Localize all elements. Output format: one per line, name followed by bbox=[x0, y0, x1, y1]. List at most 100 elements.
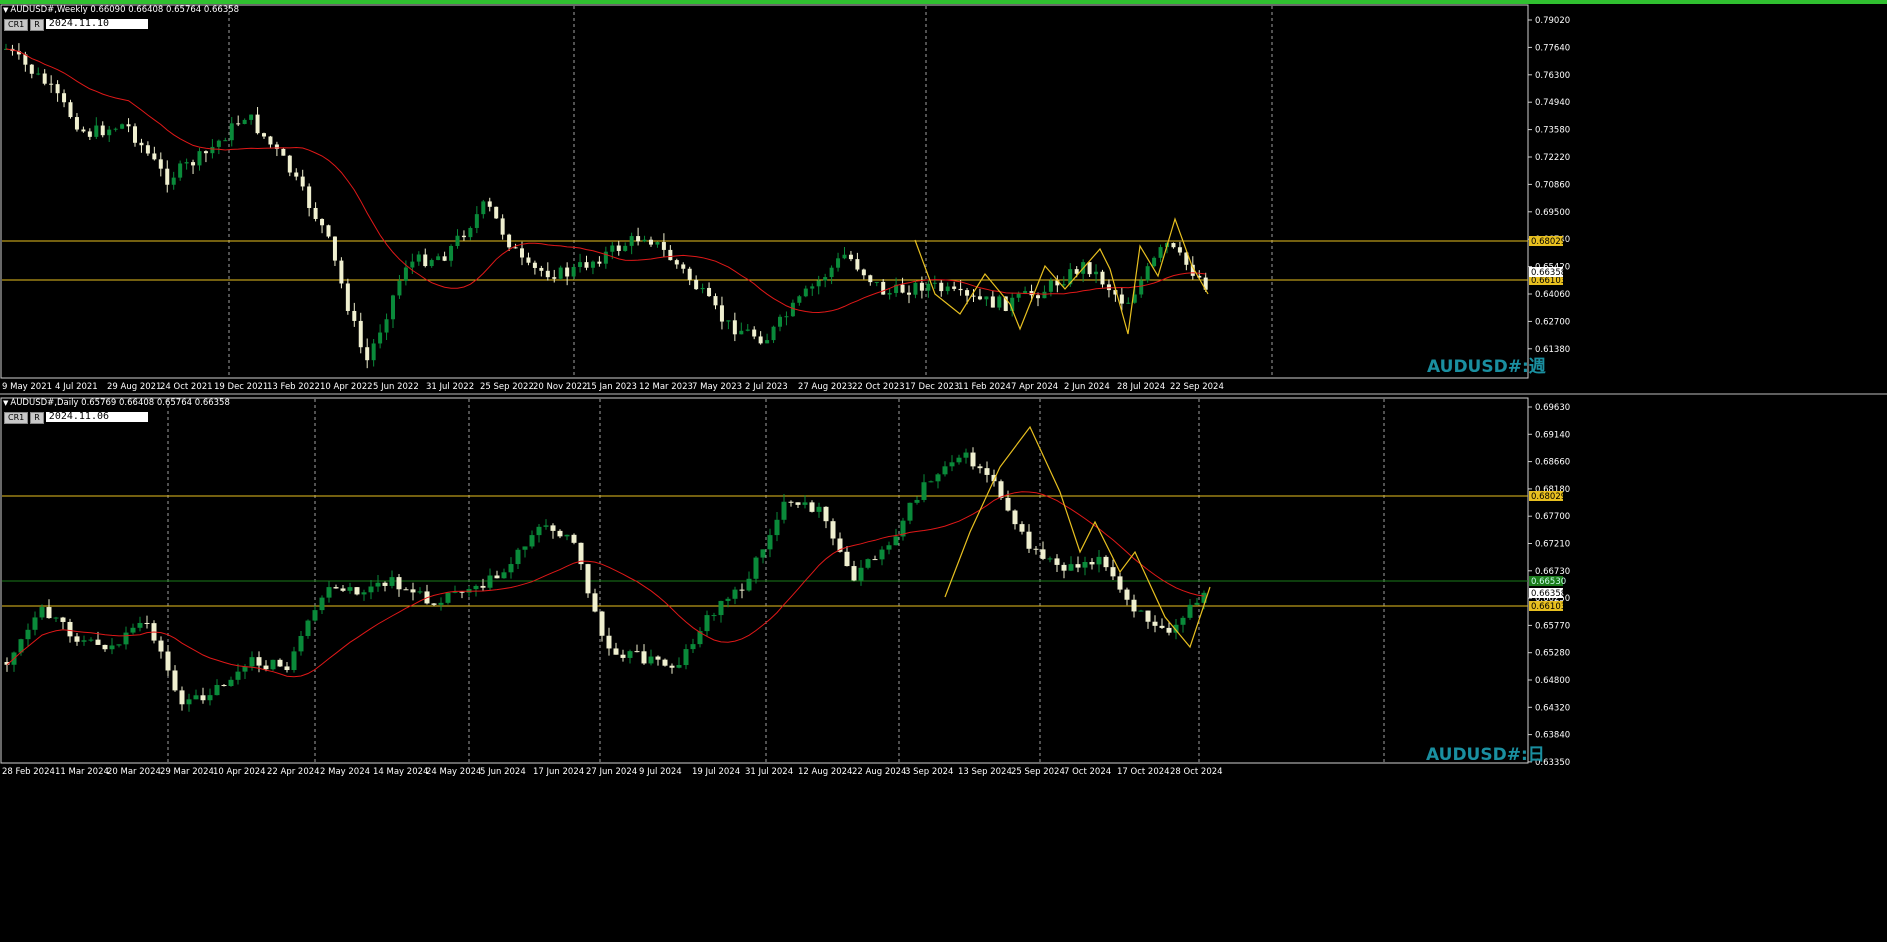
candle-body bbox=[557, 530, 563, 537]
candle-body bbox=[926, 283, 931, 291]
date-label: 7 Apr 2024 bbox=[1011, 382, 1058, 392]
candle-body bbox=[907, 292, 911, 295]
daily-chart-canvas[interactable]: 0.696300.691400.686600.681800.677000.672… bbox=[0, 397, 1887, 942]
weekly-r-button[interactable]: R bbox=[30, 19, 44, 31]
date-label: 28 Oct 2024 bbox=[1170, 767, 1223, 777]
candle-body bbox=[200, 695, 206, 701]
candle-body bbox=[939, 282, 944, 292]
candle-body bbox=[145, 145, 150, 154]
candle-body bbox=[298, 635, 304, 652]
candle-body bbox=[858, 567, 864, 581]
candle-body bbox=[550, 525, 556, 531]
candle-body bbox=[532, 262, 537, 268]
candle-body bbox=[687, 268, 692, 280]
candle-body bbox=[683, 649, 689, 666]
candle-body bbox=[1074, 269, 1079, 274]
candle-body bbox=[642, 239, 647, 242]
candle-body bbox=[455, 235, 460, 246]
price-label: 0.64060 bbox=[1535, 290, 1570, 300]
candle-body bbox=[788, 501, 794, 503]
daily-date-box[interactable]: 2024.11.06 00:00 bbox=[45, 412, 148, 432]
candle-body bbox=[970, 452, 976, 467]
candle-body bbox=[520, 248, 524, 258]
candle-body bbox=[429, 260, 434, 267]
collapse-arrow-icon[interactable]: ▼ bbox=[3, 6, 8, 14]
candle-body bbox=[1166, 627, 1172, 633]
candle-body bbox=[522, 546, 528, 550]
candle-body bbox=[191, 162, 196, 166]
candle-body bbox=[795, 502, 801, 505]
candle-body bbox=[326, 225, 331, 237]
candle-body bbox=[144, 622, 150, 624]
date-label: 31 Jul 2024 bbox=[745, 767, 793, 777]
candle-body bbox=[307, 186, 312, 208]
candle-body bbox=[284, 666, 290, 671]
daily-chart-pane[interactable]: 0.69630 0.69140 0.68660 0.68180 0.67700 0.672… bbox=[0, 397, 1887, 942]
candle-body bbox=[410, 261, 415, 268]
price-label: 0.79020 bbox=[1535, 16, 1570, 26]
candle-body bbox=[339, 260, 344, 284]
current-price-label: 0.66358 bbox=[1531, 268, 1566, 278]
candle-body bbox=[229, 123, 234, 141]
candle-body bbox=[378, 332, 383, 344]
candle-body bbox=[879, 549, 885, 560]
candle-body bbox=[165, 168, 170, 185]
candle-body bbox=[921, 482, 927, 500]
candle-body bbox=[133, 126, 137, 143]
daily-r-button[interactable]: R bbox=[30, 412, 44, 424]
candle-body bbox=[809, 502, 815, 512]
weekly-date-box[interactable]: 2024.11.10 00:00 bbox=[45, 19, 148, 39]
date-label: 25 Sep 2024 bbox=[1011, 767, 1065, 777]
candle-body bbox=[1145, 610, 1151, 622]
moving-average-line bbox=[5, 48, 1206, 314]
candle-body bbox=[197, 151, 202, 166]
candle-body bbox=[60, 617, 66, 622]
candle-body bbox=[900, 284, 905, 293]
candle-body bbox=[403, 589, 409, 591]
candle-body bbox=[368, 586, 374, 593]
candle-body bbox=[758, 336, 763, 344]
candle-body bbox=[865, 559, 871, 568]
candle-body bbox=[1159, 625, 1165, 628]
candle-body bbox=[977, 466, 983, 469]
date-label: 12 Mar 2023 bbox=[639, 382, 693, 392]
weekly-cr-button[interactable]: CR1 bbox=[4, 19, 29, 31]
level-label: 0.68029 bbox=[1531, 237, 1566, 247]
weekly-chart-pane[interactable]: 0.79020 0.77640 0.76300 0.74940 0.73580 0.722… bbox=[0, 4, 1887, 393]
candle-body bbox=[634, 651, 640, 653]
date-label: 19 Jul 2024 bbox=[692, 767, 740, 777]
candle-body bbox=[816, 506, 822, 512]
date-label: 11 Mar 2024 bbox=[55, 767, 109, 777]
candle-body bbox=[726, 320, 731, 322]
weekly-chart-canvas[interactable]: 0.79020 0.77640 0.76300 0.74940 0.73580 0.722… bbox=[0, 4, 1887, 393]
trading-terminal: 0.79020 0.77640 0.76300 0.74940 0.73580 0.722… bbox=[0, 0, 1887, 942]
candle-body bbox=[997, 296, 1002, 308]
candle-body bbox=[1033, 548, 1039, 550]
candle-body bbox=[771, 326, 776, 341]
candle-body bbox=[87, 131, 92, 137]
candle-body bbox=[365, 347, 370, 361]
candle-body bbox=[1068, 564, 1074, 571]
candle-body bbox=[1042, 291, 1047, 299]
candle-body bbox=[552, 277, 557, 279]
candle-body bbox=[95, 639, 101, 645]
daily-cr-button[interactable]: CR1 bbox=[4, 412, 29, 424]
candle-body bbox=[990, 296, 995, 308]
candle-body bbox=[347, 587, 353, 591]
zigzag-line bbox=[914, 217, 1209, 335]
candle-body bbox=[501, 572, 507, 579]
candle-body bbox=[382, 582, 388, 586]
candle-body bbox=[984, 296, 989, 300]
date-label: 24 May 2024 bbox=[426, 767, 481, 777]
date-label: 22 Sep 2024 bbox=[1170, 382, 1224, 392]
pane-separator[interactable] bbox=[0, 393, 1887, 395]
price-label: 0.74940 bbox=[1535, 98, 1570, 108]
candle-body bbox=[102, 644, 108, 650]
candle-body bbox=[36, 73, 41, 75]
collapse-arrow-icon[interactable]: ▼ bbox=[3, 399, 8, 407]
candle-body bbox=[753, 557, 759, 579]
candle-body bbox=[872, 559, 878, 561]
date-label: 14 May 2024 bbox=[373, 767, 428, 777]
price-label: 0.69500 bbox=[1535, 208, 1570, 218]
date-label: 22 Aug 2024 bbox=[852, 767, 906, 777]
